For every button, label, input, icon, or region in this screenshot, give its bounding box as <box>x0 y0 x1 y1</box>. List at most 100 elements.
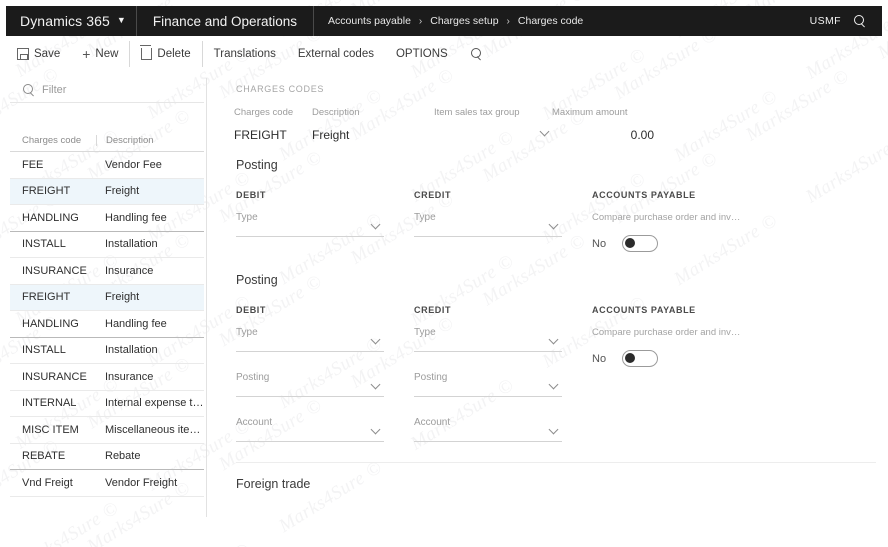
list-item[interactable]: INSURANCE Insurance <box>10 258 204 285</box>
form-field[interactable]: Type <box>414 212 562 237</box>
filter-input[interactable]: Filter <box>10 78 204 103</box>
toggle-row: No <box>592 350 822 367</box>
toggle-value-label: No <box>592 352 607 365</box>
list-item[interactable]: INSTALL Installation <box>10 338 204 364</box>
chevron-down-icon[interactable] <box>372 421 381 439</box>
list-item[interactable]: FREIGHT Freight <box>10 284 204 311</box>
breadcrumb-item-charges-setup[interactable]: Charges setup <box>430 15 498 27</box>
form-field-underline <box>414 441 562 442</box>
toolbar-search-button[interactable] <box>459 41 494 67</box>
list-item-code: FREIGHT <box>22 291 71 304</box>
delete-button[interactable]: Delete <box>129 41 203 67</box>
list-item[interactable]: Vnd Freigt Vendor Freight <box>10 470 204 497</box>
form-field-label: Posting <box>414 372 448 383</box>
list-item-description: Rebate <box>105 450 141 463</box>
list-item-code: REBATE <box>22 450 66 463</box>
form-field[interactable]: Type <box>236 212 384 237</box>
chevron-down-icon[interactable] <box>372 376 381 394</box>
options-tab[interactable]: OPTIONS <box>385 41 459 67</box>
legal-entity-label[interactable]: USMF <box>799 6 849 36</box>
form-field-underline <box>414 396 562 397</box>
chevron-down-icon[interactable] <box>372 216 381 234</box>
toggle-value-label: No <box>592 237 607 250</box>
chevron-down-icon[interactable] <box>372 331 381 349</box>
section-column: ACCOUNTS PAYABLE Compare purchase order a… <box>592 190 822 257</box>
header-search-button[interactable] <box>849 6 882 36</box>
header-field-label: Description <box>312 107 360 118</box>
list-item-description: Insurance <box>105 370 154 383</box>
header-field-value[interactable]: Freight <box>312 128 434 142</box>
section-title[interactable]: Posting <box>236 273 884 287</box>
charges-code-detail: CHARGES CODES Charges code FREIGHT Descrip… <box>212 72 884 547</box>
posting-section: Posting DEBIT Type CREDIT Type ACCOUNTS PAYAB… <box>212 158 884 257</box>
compare-purchase-order-toggle[interactable] <box>622 350 658 367</box>
form-field[interactable]: Posting <box>236 372 384 397</box>
form-field[interactable]: Type <box>236 327 384 352</box>
save-button-label: Save <box>34 48 61 60</box>
translations-button[interactable]: Translations <box>203 41 287 67</box>
list-item-code: INTERNAL <box>22 397 77 410</box>
new-button[interactable]: + New <box>71 41 129 67</box>
brand-label: Dynamics 365 <box>20 13 110 29</box>
list-item-description: Freight <box>105 291 140 304</box>
chevron-down-icon[interactable] <box>550 376 559 394</box>
form-field[interactable]: Type <box>414 327 562 352</box>
list-item[interactable]: INTERNAL Internal expense to a l... <box>10 391 204 417</box>
form-field[interactable]: Account <box>236 417 384 442</box>
breadcrumb-separator-icon: › <box>418 15 423 27</box>
chevron-down-icon[interactable] <box>550 421 559 439</box>
section-title[interactable]: Posting <box>236 158 884 172</box>
header-field[interactable]: Maximum amount 0.00 <box>552 107 662 142</box>
list-item[interactable]: INSTALL Installation <box>10 232 204 258</box>
external-codes-button[interactable]: External codes <box>287 41 385 67</box>
header-field-value[interactable] <box>434 128 552 142</box>
list-item[interactable]: MISC ITEM Miscellaneous item ch... <box>10 417 204 444</box>
form-field-label: Account <box>414 417 451 428</box>
toggle-description: Compare purchase order and invoice <box>592 212 742 223</box>
column-header-charges-code[interactable]: Charges code <box>10 135 96 146</box>
list-item-code: Vnd Freigt <box>22 476 73 489</box>
header-field-value[interactable]: FREIGHT <box>234 128 312 142</box>
header-field[interactable]: Charges code FREIGHT <box>234 107 312 142</box>
charges-code-list: FEE Vendor Fee FREIGHT Freight HANDLING Handl… <box>10 152 206 497</box>
fast-tab-title: CHARGES CODES <box>236 84 325 94</box>
form-field-label: Type <box>414 212 436 223</box>
brand-menu[interactable]: Dynamics 365 ▼ <box>6 6 136 36</box>
chevron-down-icon[interactable] <box>541 123 550 141</box>
foreign-trade-section-header[interactable]: Foreign trade <box>212 477 884 491</box>
column-heading: CREDIT <box>414 190 452 200</box>
list-item-description: Freight <box>105 185 140 198</box>
header-field-value[interactable]: 0.00 <box>552 128 662 142</box>
section-column: DEBIT Type Posting Account <box>236 305 414 462</box>
list-item[interactable]: HANDLING Handling fee <box>10 311 204 338</box>
section-divider <box>236 462 876 463</box>
save-icon <box>17 48 29 60</box>
module-name: Finance and Operations <box>152 13 298 29</box>
list-item[interactable]: HANDLING Handling fee <box>10 205 204 232</box>
section-columns: DEBIT Type CREDIT Type ACCOUNTS PAYABLE Compa… <box>236 190 884 257</box>
form-field-label: Account <box>236 417 273 428</box>
search-icon <box>853 14 866 28</box>
chevron-down-icon[interactable] <box>550 216 559 234</box>
form-field[interactable]: Posting <box>414 372 562 397</box>
header-field[interactable]: Item sales tax group <box>434 107 552 142</box>
list-item[interactable]: REBATE Rebate <box>10 444 204 470</box>
list-item-code: FEE <box>22 158 44 171</box>
form-field[interactable]: Account <box>414 417 562 442</box>
column-heading: CREDIT <box>414 305 452 315</box>
form-field-label: Posting <box>236 372 270 383</box>
list-item[interactable]: FEE Vendor Fee <box>10 152 204 179</box>
toggle-knob <box>625 238 635 248</box>
compare-purchase-order-toggle[interactable] <box>622 235 658 252</box>
list-item[interactable]: INSURANCE Insurance <box>10 364 204 391</box>
list-item[interactable]: FREIGHT Freight <box>10 178 204 205</box>
column-header-description[interactable]: Description <box>96 135 204 146</box>
breadcrumb-item-accounts-payable[interactable]: Accounts payable <box>328 15 411 27</box>
breadcrumb-item-charges-code[interactable]: Charges code <box>518 15 583 27</box>
chevron-down-icon[interactable] <box>550 331 559 349</box>
breadcrumb-separator-icon: › <box>506 15 510 27</box>
form-field-underline <box>236 351 384 352</box>
save-button[interactable]: Save <box>6 41 71 67</box>
form-field-underline <box>414 351 562 352</box>
header-field[interactable]: Description Freight <box>312 107 434 142</box>
